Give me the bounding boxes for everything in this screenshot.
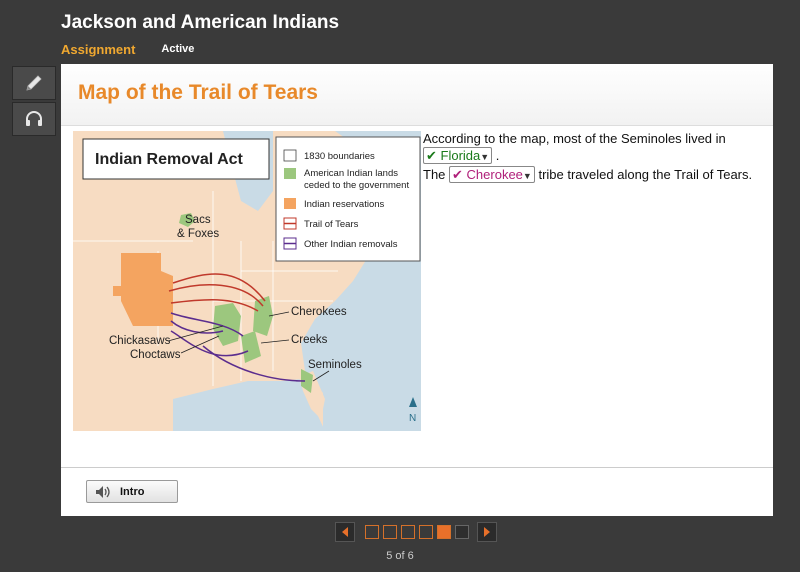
app-title: Jackson and American Indians xyxy=(61,12,340,33)
page-5-button[interactable] xyxy=(437,525,451,539)
page-count: 5 of 6 xyxy=(386,550,414,562)
florida-dropdown[interactable]: ✔ Florida▼ xyxy=(423,147,493,164)
page-2-button[interactable] xyxy=(383,525,397,539)
speaker-icon xyxy=(96,485,110,498)
status-label: Active xyxy=(161,43,195,55)
chevron-down-icon: ▼ xyxy=(480,152,490,162)
label-cherokees: Cherokees xyxy=(291,306,347,318)
arrow-left-icon xyxy=(342,527,348,537)
questions-panel: According to the map, most of the Semino… xyxy=(423,131,763,185)
page-title: Map of the Trail of Tears xyxy=(78,81,318,104)
label-creeks: Creeks xyxy=(291,334,328,346)
trail-of-tears-map: Indian Removal Act 1830 boundaries Ameri… xyxy=(73,131,421,431)
legend-item: American Indian lands xyxy=(304,168,398,179)
headphones-icon xyxy=(26,111,42,126)
tool-sidebar xyxy=(12,66,56,138)
intro-button[interactable]: Intro xyxy=(86,480,178,503)
page-4-button[interactable] xyxy=(419,525,433,539)
page-6-button[interactable] xyxy=(455,525,469,539)
label-seminoles: Seminoles xyxy=(308,359,362,371)
legend-reservation-swatch xyxy=(284,198,296,209)
legend-boundary-swatch xyxy=(283,149,297,162)
prev-page-button[interactable] xyxy=(335,522,355,542)
footer-divider xyxy=(61,467,773,468)
assignment-label: Assignment xyxy=(61,41,136,57)
question-2: The ✔ Cherokee▼ tribe traveled along the… xyxy=(423,166,753,183)
north-label: N xyxy=(409,413,416,424)
page-3-button[interactable] xyxy=(401,525,415,539)
legend-item: Indian reservations xyxy=(304,199,385,210)
label-choctaws: Choctaws xyxy=(130,349,181,361)
content-card: Map of the Trail of Tears Indian Removal… xyxy=(61,64,773,516)
label-chickasaws: Chickasaws xyxy=(109,335,171,347)
intro-label: Intro xyxy=(120,485,145,498)
map-title: Indian Removal Act xyxy=(95,151,244,168)
legend-ceded-swatch xyxy=(284,168,296,179)
question-1: According to the map, most of the Semino… xyxy=(423,131,726,164)
label-sacs: Sacs xyxy=(185,214,211,226)
arrow-right-icon xyxy=(484,527,490,537)
pencil-icon xyxy=(26,75,42,91)
reservation-west xyxy=(113,286,133,296)
card-header: Map of the Trail of Tears xyxy=(61,64,773,126)
pencil-button[interactable] xyxy=(12,66,56,100)
legend-item: Other Indian removals xyxy=(304,239,398,250)
page-1-button[interactable] xyxy=(365,525,379,539)
label-foxes: & Foxes xyxy=(177,228,219,240)
subtitle-bar: Assignment Active xyxy=(61,40,194,58)
next-page-button[interactable] xyxy=(477,522,497,542)
pagination xyxy=(335,522,497,542)
legend-item: Trail of Tears xyxy=(304,219,359,230)
cherokee-dropdown[interactable]: ✔ Cherokee▼ xyxy=(449,166,535,183)
chevron-down-icon: ▼ xyxy=(522,171,532,181)
headphones-button[interactable] xyxy=(12,102,56,136)
legend-item: 1830 boundaries xyxy=(304,151,375,162)
legend-item: ceded to the government xyxy=(304,180,409,191)
